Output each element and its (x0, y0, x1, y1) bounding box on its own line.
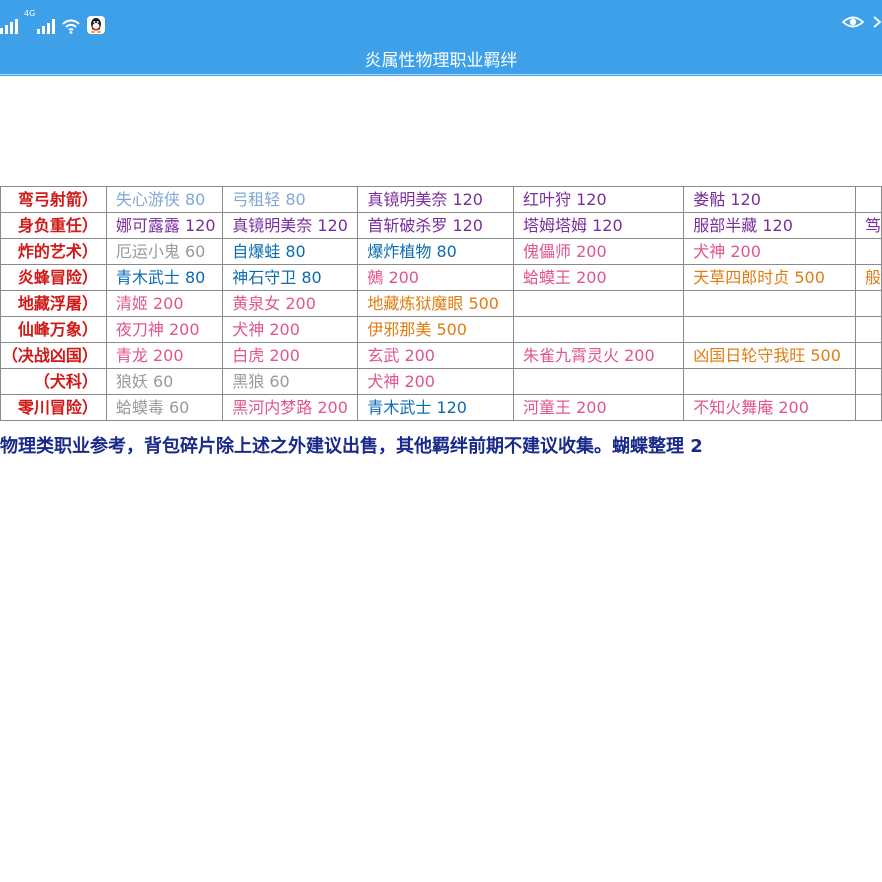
unit-cell: 弓租轻 80 (222, 186, 359, 213)
bond-category-cell: （决战凶国） (0, 342, 107, 369)
unit-cell: 黑狼 60 (222, 368, 359, 395)
unit-cell: 玄武 200 (357, 342, 515, 369)
title-divider (0, 74, 882, 75)
signal-icon (0, 18, 18, 34)
unit-cell: 娜可露露 120 (105, 212, 224, 239)
table-row: 弯弓射箭） 失心游侠 80 弓租轻 80 真镜明美奈 120 红叶狩 120 娄骷 120 (0, 186, 882, 213)
unit-cell: 蛤蟆王 200 (513, 264, 685, 291)
status-icons-right (842, 10, 882, 34)
unit-cell: 笃 (854, 212, 882, 239)
unit-cell: 河童王 200 (513, 394, 685, 421)
network-type-label: 4G (24, 9, 36, 18)
unit-cell (854, 316, 882, 343)
unit-cell: 犬神 200 (222, 316, 359, 343)
unit-cell: 犬神 200 (357, 368, 515, 395)
unit-cell: 塔姆塔姆 120 (513, 212, 685, 239)
bond-category-cell: 炎蜂冒险） (0, 264, 107, 291)
page-title: 炎属性物理职业羁绊 (364, 51, 518, 71)
unit-cell (513, 316, 685, 343)
unit-cell (854, 290, 882, 317)
unit-cell: 天草四郎时贞 500 (683, 264, 856, 291)
unit-cell: 狼妖 60 (105, 368, 224, 395)
qq-icon (87, 16, 106, 34)
bond-category-cell: 仙峰万象） (0, 316, 107, 343)
bond-table-body: 弯弓射箭） 失心游侠 80 弓租轻 80 真镜明美奈 120 红叶狩 120 娄骷 120… (0, 186, 882, 421)
unit-cell: 失心游侠 80 (105, 186, 224, 213)
bond-category-cell: 弯弓射箭） (0, 186, 107, 213)
bond-table: 弯弓射箭） 失心游侠 80 弓租轻 80 真镜明美奈 120 红叶狩 120 娄骷 120… (0, 186, 882, 421)
unit-cell: 夜刀神 200 (105, 316, 224, 343)
bond-category-cell: （犬科） (0, 368, 107, 395)
unit-cell (683, 290, 856, 317)
signal-4g-icon (37, 18, 56, 34)
bond-category-cell: 身负重任） (0, 212, 107, 239)
unit-cell: 青龙 200 (105, 342, 224, 369)
bond-category-cell: 地藏浮屠） (0, 290, 107, 317)
unit-cell (513, 368, 685, 395)
unit-cell: 黑河内梦路 200 (222, 394, 359, 421)
unit-cell: 蛤蟆毒 60 (105, 394, 224, 421)
table-row: （决战凶国） 青龙 200 白虎 200 玄武 200 朱雀九霄灵火 200 凶国日轮守我… (0, 342, 882, 369)
unit-cell: 黄泉女 200 (222, 290, 359, 317)
table-row: 地藏浮屠） 清姬 200 黄泉女 200 地藏炼狱魔眼 500 (0, 290, 882, 317)
bond-category-cell: 零川冒险） (0, 394, 107, 421)
unit-cell: 清姬 200 (105, 290, 224, 317)
unit-cell: 白虎 200 (222, 342, 359, 369)
table-row: 仙峰万象） 夜刀神 200 犬神 200 伊邪那美 500 (0, 316, 882, 343)
table-row: 零川冒险） 蛤蟆毒 60 黑河内梦路 200 青木武士 120 河童王 200 不知火舞庵… (0, 394, 882, 421)
unit-cell (854, 368, 882, 395)
unit-cell: 服部半藏 120 (683, 212, 856, 239)
unit-cell (683, 316, 856, 343)
unit-cell: 伊邪那美 500 (357, 316, 515, 343)
unit-cell (683, 368, 856, 395)
eye-icon (842, 16, 864, 28)
unit-cell: 地藏炼狱魔眼 500 (357, 290, 515, 317)
unit-cell: 犬神 200 (683, 238, 856, 265)
unit-cell: 厄运小鬼 60 (105, 238, 224, 265)
bond-category-cell: 炸的艺术） (0, 238, 107, 265)
unit-cell: 鵺 200 (357, 264, 515, 291)
status-icons-left: 4G (0, 9, 106, 34)
wifi-icon (62, 19, 81, 34)
unit-cell: 青木武士 120 (357, 394, 515, 421)
unit-cell: 傀儡师 200 (513, 238, 685, 265)
unit-cell (854, 238, 882, 265)
unit-cell: 神石守卫 80 (222, 264, 359, 291)
unit-cell (854, 394, 882, 421)
unit-cell: 真镜明美奈 120 (357, 186, 515, 213)
unit-cell (854, 186, 882, 213)
unit-cell: 首斩破杀罗 120 (357, 212, 515, 239)
unit-cell (513, 290, 685, 317)
unit-cell: 自爆蛙 80 (222, 238, 359, 265)
unit-cell: 凶国日轮守我旺 500 (683, 342, 856, 369)
bond-table-container: 弯弓射箭） 失心游侠 80 弓租轻 80 真镜明美奈 120 红叶狩 120 娄骷 120… (0, 186, 882, 421)
unit-cell: 真镜明美奈 120 (222, 212, 359, 239)
eye-icon-partial (873, 16, 882, 28)
table-row: （犬科） 狼妖 60 黑狼 60 犬神 200 (0, 368, 882, 395)
table-row: 身负重任） 娜可露露 120 真镜明美奈 120 首斩破杀罗 120 塔姆塔姆 120 服… (0, 212, 882, 239)
status-bar: 4G (0, 0, 882, 44)
table-row: 炸的艺术） 厄运小鬼 60 自爆蛙 80 爆炸植物 80 傀儡师 200 犬神 200 (0, 238, 882, 265)
footer-note: 物理类职业参考，背包碎片除上述之外建议出售，其他羁绊前期不建议收集。蝴蝶整理 2 (0, 436, 703, 457)
unit-cell: 朱雀九霄灵火 200 (513, 342, 685, 369)
unit-cell: 娄骷 120 (683, 186, 856, 213)
unit-cell: 不知火舞庵 200 (683, 394, 856, 421)
unit-cell: 般 (854, 264, 882, 291)
unit-cell: 青木武士 80 (105, 264, 224, 291)
unit-cell: 红叶狩 120 (513, 186, 685, 213)
table-row: 炎蜂冒险） 青木武士 80 神石守卫 80 鵺 200 蛤蟆王 200 天草四郎时贞 50… (0, 264, 882, 291)
unit-cell: 爆炸植物 80 (357, 238, 515, 265)
unit-cell (854, 342, 882, 369)
